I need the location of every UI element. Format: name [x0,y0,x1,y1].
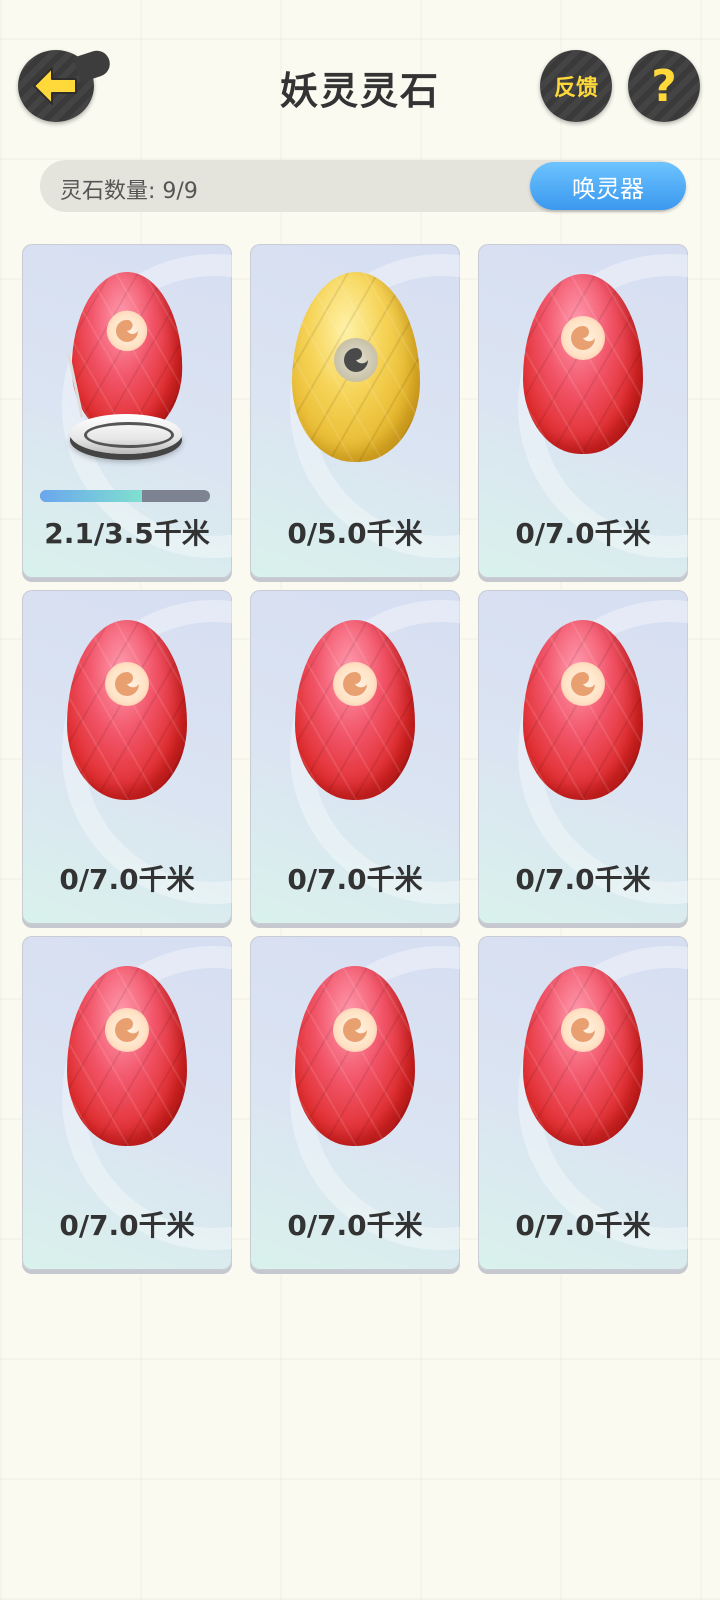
distance-label: 0/7.0千米 [515,1209,651,1242]
spirit-emblem-icon [561,316,605,360]
egg-wrap [295,620,415,800]
header: 妖灵灵石 反馈 ? [0,0,720,160]
egg-wrap [523,274,643,454]
stone-grid: 2.1/3.5千米 0/5.0千米 0/7.0千米 0/7.0千米 0/7.0千… [22,244,702,1284]
stone-count-label: 灵石数量: 9/9 [60,179,198,204]
red-egg-icon [67,966,187,1146]
feedback-button[interactable]: 反馈 [540,50,612,122]
red-egg-icon [523,274,643,454]
spirit-emblem-icon [333,1008,377,1052]
stone-card[interactable]: 0/7.0千米 [22,590,232,924]
distance-label: 2.1/3.5千米 [44,517,210,550]
page-title: 妖灵灵石 [279,69,440,113]
help-button[interactable]: ? [628,50,700,122]
stone-card[interactable]: 0/7.0千米 [250,936,460,1270]
egg-wrap [292,272,420,462]
progress-fill [40,490,142,502]
red-egg-icon [523,620,643,800]
stone-count-bar: 灵石数量: 9/9 唤灵器 [40,160,686,212]
summon-button[interactable]: 唤灵器 [530,162,686,210]
stone-card[interactable]: 0/7.0千米 [250,590,460,924]
egg-wrap [523,620,643,800]
red-egg-icon [67,620,187,800]
gold-egg-icon [292,272,420,462]
distance-label: 0/7.0千米 [59,863,195,896]
stone-card[interactable]: 0/7.0千米 [478,244,688,578]
spirit-emblem-icon [561,662,605,706]
distance-label: 0/7.0千米 [515,517,651,550]
stone-card[interactable]: 0/7.0千米 [22,936,232,1270]
incubator-icon [67,354,182,454]
distance-label: 0/7.0千米 [515,863,651,896]
stone-card[interactable]: 0/7.0千米 [478,936,688,1270]
stone-card[interactable]: 2.1/3.5千米 [22,244,232,578]
stone-card[interactable]: 0/7.0千米 [478,590,688,924]
spirit-emblem-icon [106,310,148,352]
red-egg-icon [523,966,643,1146]
incubation-progress-bar [40,490,210,502]
egg-wrap [67,966,187,1146]
spirit-emblem-icon [561,1008,605,1052]
distance-label: 0/7.0千米 [287,1209,423,1242]
distance-label: 0/5.0千米 [287,517,423,550]
red-egg-icon [71,272,183,438]
egg-wrap [523,966,643,1146]
stone-card[interactable]: 0/5.0千米 [250,244,460,578]
spirit-emblem-icon [334,338,378,382]
spirit-emblem-icon [105,662,149,706]
egg-wrap [295,966,415,1146]
spirit-emblem-icon [105,1008,149,1052]
spirit-emblem-icon [333,662,377,706]
red-egg-icon [295,966,415,1146]
egg-wrap [67,620,187,800]
distance-label: 0/7.0千米 [59,1209,195,1242]
red-egg-icon [295,620,415,800]
distance-label: 0/7.0千米 [287,863,423,896]
